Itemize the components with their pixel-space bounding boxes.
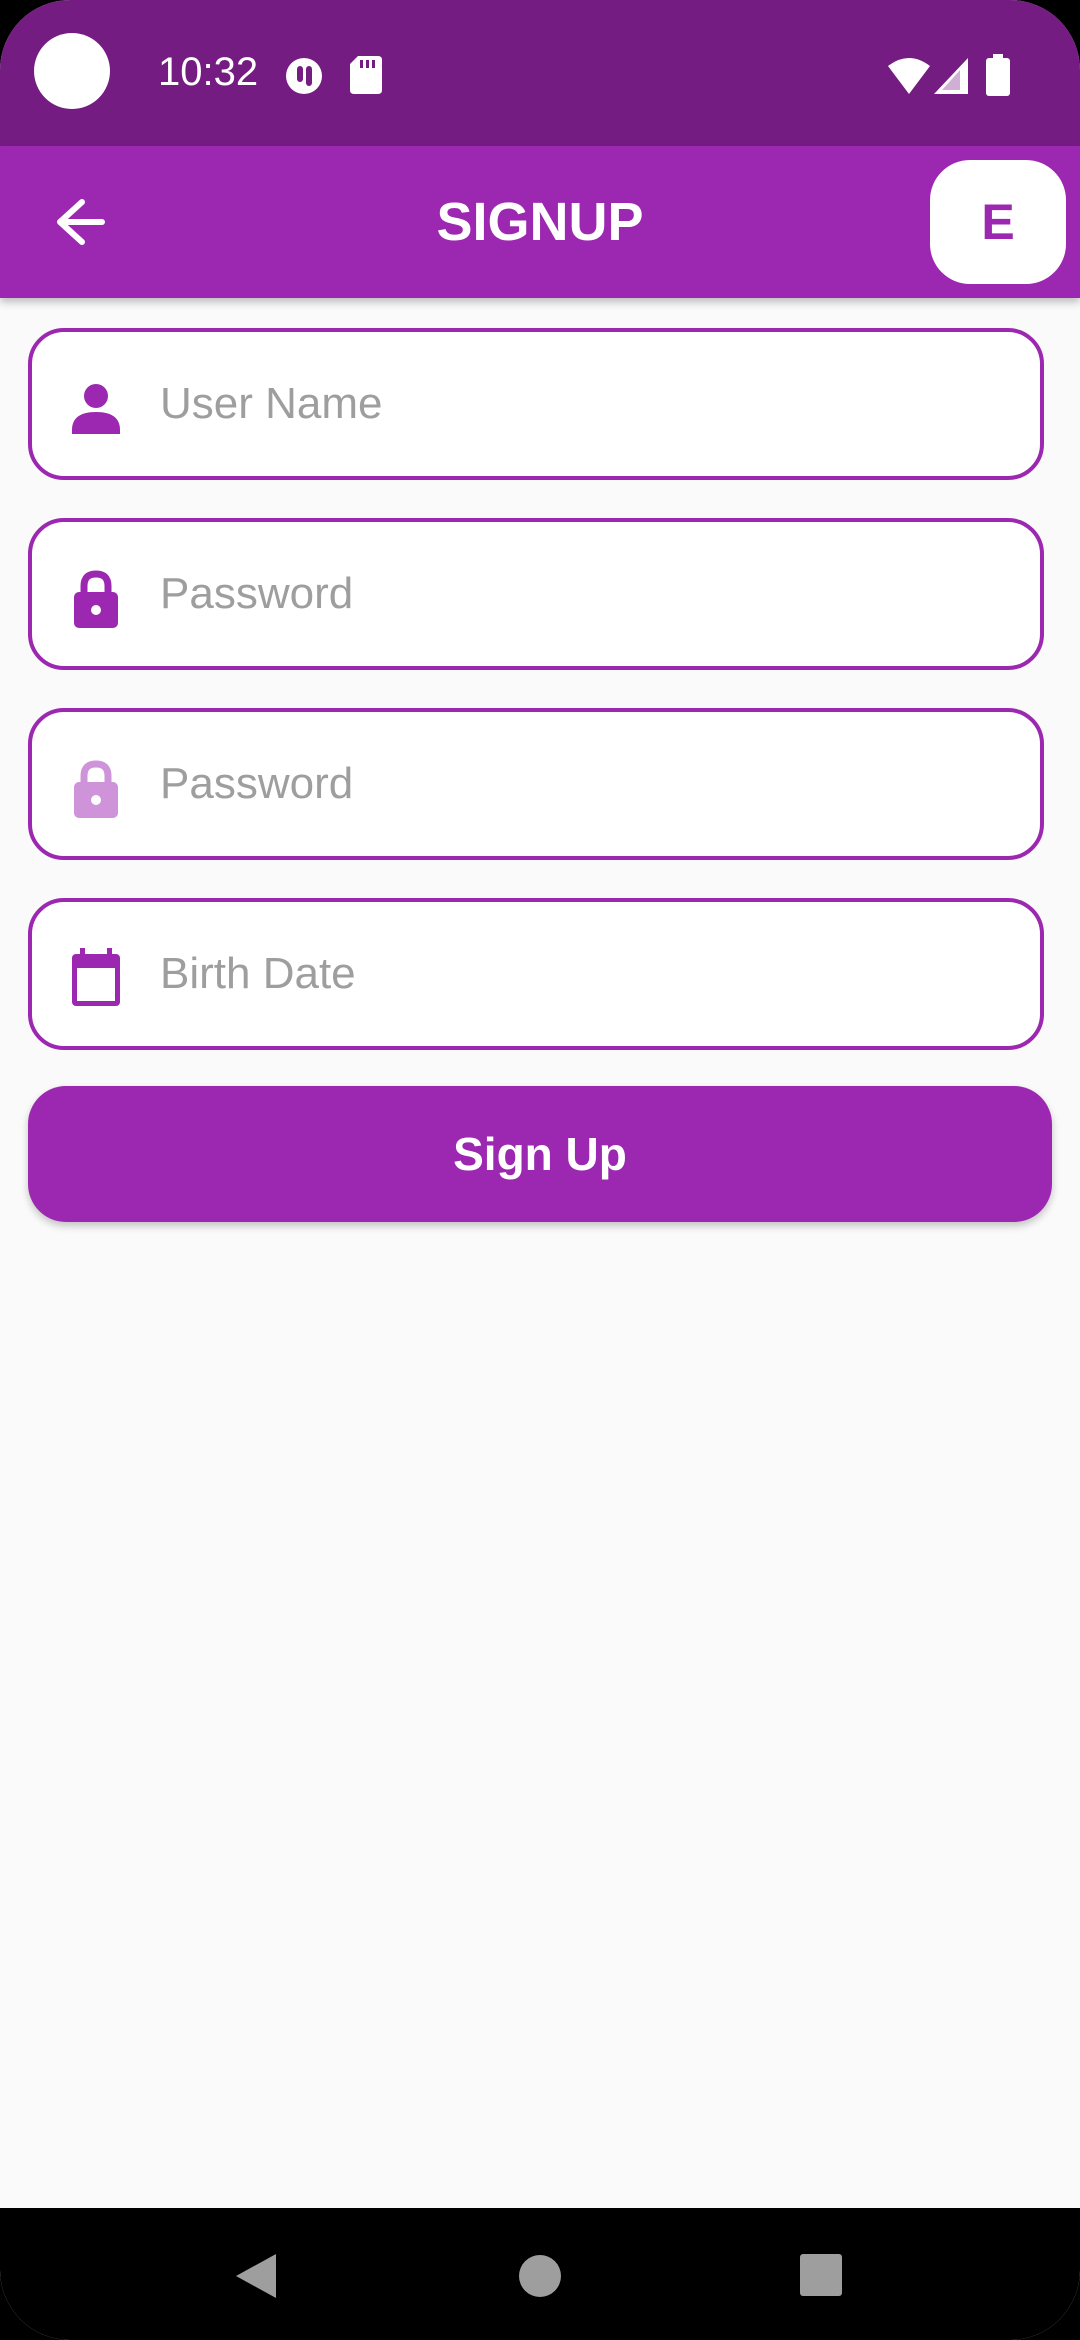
navigation-bar [0,2208,1080,2340]
status-bar: 10:32 [0,0,1080,146]
camera-cutout [34,33,110,109]
e-action-button[interactable]: E [930,160,1066,284]
confirm-password-field[interactable] [28,708,1044,860]
recents-square-icon[interactable] [800,2254,842,2296]
app-bar: SIGNUP E [0,146,1080,298]
sync-status-icon [286,58,322,94]
lock-icon [74,570,118,628]
home-circle-icon[interactable] [518,2254,562,2298]
status-time: 10:32 [158,50,259,94]
calendar-icon [72,948,120,1006]
password-field[interactable] [28,518,1044,670]
sign-up-button[interactable]: Sign Up [28,1086,1052,1222]
battery-icon [986,54,1010,96]
back-triangle-icon[interactable] [232,2252,276,2300]
username-field[interactable] [28,328,1044,480]
wifi-icon [888,58,930,94]
lock-icon-faded [74,760,118,818]
signal-icon [934,58,968,94]
signup-screen: 10:32 SIGNUP E User Name Birth Date Sign… [0,0,1080,2340]
person-icon [72,384,120,434]
page-title: SIGNUP [436,192,644,252]
password-input[interactable] [160,522,1020,666]
confirm-password-input[interactable] [160,712,1020,856]
birth-date-field[interactable] [28,898,1044,1050]
sd-card-icon [350,56,382,94]
birth-date-input[interactable] [160,902,1020,1046]
username-input[interactable] [160,332,1020,476]
